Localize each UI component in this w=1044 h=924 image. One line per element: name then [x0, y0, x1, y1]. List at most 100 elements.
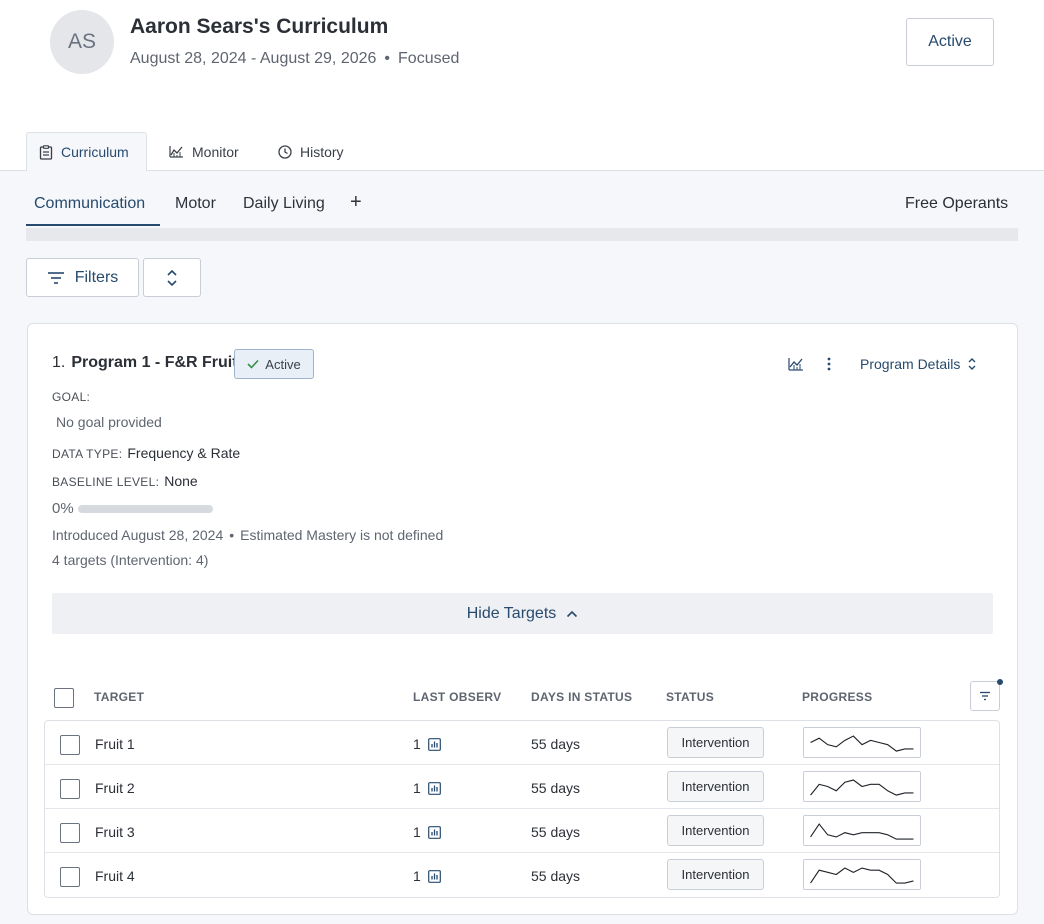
target-name: Fruit 3: [95, 824, 135, 840]
curriculum-header: AS Aaron Sears's Curriculum August 28, 2…: [0, 0, 1044, 132]
baseline-value: None: [164, 473, 198, 489]
program-graph-button[interactable]: [788, 356, 804, 372]
main-tabs: Curriculum Monitor History: [0, 132, 1044, 172]
unfold-icon: [167, 269, 177, 286]
filter-icon: [47, 271, 64, 284]
introduced-info: Introduced August 28, 2024 • Estimated M…: [52, 527, 443, 543]
mode-label: Focused: [398, 50, 460, 67]
row-checkbox[interactable]: [60, 779, 80, 799]
domain-tab-daily-living[interactable]: Daily Living: [243, 195, 325, 213]
free-operants-link[interactable]: Free Operants: [905, 195, 1008, 213]
bar-chart-icon[interactable]: [427, 869, 441, 883]
tab-label: History: [300, 143, 344, 160]
column-header-target[interactable]: TARGET: [94, 690, 144, 704]
data-type-value: Frequency & Rate: [127, 445, 241, 461]
chart-icon: [169, 146, 183, 158]
days-in-status: 55 days: [531, 868, 581, 884]
days-in-status: 55 days: [531, 824, 581, 840]
introduced-date: Introduced August 28, 2024: [52, 527, 224, 543]
chart-icon: [788, 358, 803, 371]
target-name: Fruit 2: [95, 780, 135, 796]
target-name: Fruit 4: [95, 868, 135, 884]
domain-tab-motor[interactable]: Motor: [175, 195, 216, 213]
mastery-estimate: Estimated Mastery is not defined: [240, 527, 444, 543]
hide-targets-button[interactable]: Hide Targets: [52, 593, 993, 634]
filter-icon: [980, 691, 990, 701]
program-details-toggle[interactable]: Program Details: [860, 356, 976, 372]
kebab-menu-icon: [827, 357, 831, 371]
active-tab-indicator: [26, 224, 160, 226]
hide-targets-label: Hide Targets: [466, 604, 557, 622]
data-type-row: DATA TYPE: Frequency & Rate: [52, 445, 240, 461]
status-badge: Active: [234, 349, 314, 379]
tab-monitor[interactable]: Monitor: [157, 132, 251, 171]
baseline-row: BASELINE LEVEL: None: [52, 473, 198, 489]
filters-label: Filters: [74, 268, 119, 286]
column-header-status[interactable]: STATUS: [666, 690, 714, 704]
progress-sparkline[interactable]: [803, 859, 921, 890]
column-header-progress[interactable]: PROGRESS: [802, 690, 872, 704]
progress-bar: [77, 504, 213, 513]
days-in-status: 55 days: [531, 780, 581, 796]
domain-scrollbar[interactable]: [26, 228, 1018, 241]
targets-summary: 4 targets (Intervention: 4): [52, 552, 209, 568]
last-observation-value: 1: [413, 824, 421, 840]
clipboard-icon: [39, 144, 53, 160]
status-button[interactable]: Intervention: [667, 727, 764, 758]
status-button[interactable]: Active: [906, 18, 994, 66]
last-observation-value: 1: [413, 780, 421, 796]
curriculum-content: Communication Motor Daily Living + Free …: [0, 171, 1044, 924]
last-observation: 1: [413, 824, 441, 840]
separator: •: [384, 50, 391, 67]
row-checkbox[interactable]: [60, 867, 80, 887]
last-observation-value: 1: [413, 736, 421, 752]
program-number: 1.: [52, 354, 66, 371]
tab-label: Monitor: [192, 143, 239, 160]
program-name: Program 1 - F&R Fruit: [71, 354, 238, 371]
column-filter-button[interactable]: [970, 681, 1000, 711]
badge-label: Active: [265, 356, 301, 372]
row-checkbox[interactable]: [60, 823, 80, 843]
active-filter-indicator: [997, 679, 1003, 685]
table-row[interactable]: Fruit 1 1 55 days Intervention: [45, 721, 999, 765]
baseline-label: BASELINE LEVEL:: [52, 475, 160, 489]
table-row[interactable]: Fruit 2 1 55 days Intervention: [45, 765, 999, 809]
progress-sparkline[interactable]: [803, 771, 921, 802]
status-button[interactable]: Intervention: [667, 859, 764, 890]
last-observation: 1: [413, 736, 441, 752]
select-all-checkbox[interactable]: [54, 688, 74, 708]
progress-sparkline[interactable]: [803, 815, 921, 846]
status-button[interactable]: Intervention: [667, 771, 764, 802]
expand-collapse-button[interactable]: [143, 258, 201, 297]
targets-table: Fruit 1 1 55 days Intervention Fruit 2 1…: [44, 720, 1000, 898]
more-options-button[interactable]: [823, 355, 835, 373]
add-domain-button[interactable]: +: [350, 191, 362, 214]
program-card: 1. Program 1 - F&R Fruit Active Program …: [27, 323, 1018, 915]
separator: •: [229, 527, 235, 543]
data-type-label: DATA TYPE:: [52, 447, 123, 461]
tab-curriculum[interactable]: Curriculum: [26, 132, 147, 172]
row-checkbox[interactable]: [60, 735, 80, 755]
progress-sparkline[interactable]: [803, 727, 921, 758]
progress-percent: 0%: [52, 500, 74, 517]
column-header-days-in-status[interactable]: DAYS IN STATUS: [531, 690, 632, 704]
bar-chart-icon[interactable]: [427, 825, 441, 839]
chevron-updown-icon: [968, 358, 976, 370]
days-in-status: 55 days: [531, 736, 581, 752]
chevron-up-icon: [567, 610, 578, 617]
check-icon: [247, 359, 259, 369]
table-row[interactable]: Fruit 4 1 55 days Intervention: [45, 853, 999, 897]
column-header-last-observ[interactable]: LAST OBSERV: [413, 690, 501, 704]
filters-button[interactable]: Filters: [26, 258, 139, 297]
bar-chart-icon[interactable]: [427, 781, 441, 795]
table-row[interactable]: Fruit 3 1 55 days Intervention: [45, 809, 999, 853]
tab-history[interactable]: History: [266, 132, 356, 171]
domain-tab-communication[interactable]: Communication: [34, 195, 145, 213]
bar-chart-icon[interactable]: [427, 737, 441, 751]
last-observation: 1: [413, 780, 441, 796]
mastery-progress: 0%: [52, 500, 213, 517]
clock-icon: [278, 144, 292, 159]
curriculum-subtitle: August 28, 2024 - August 29, 2026 • Focu…: [130, 50, 459, 68]
program-details-label: Program Details: [860, 356, 961, 372]
status-button[interactable]: Intervention: [667, 815, 764, 846]
